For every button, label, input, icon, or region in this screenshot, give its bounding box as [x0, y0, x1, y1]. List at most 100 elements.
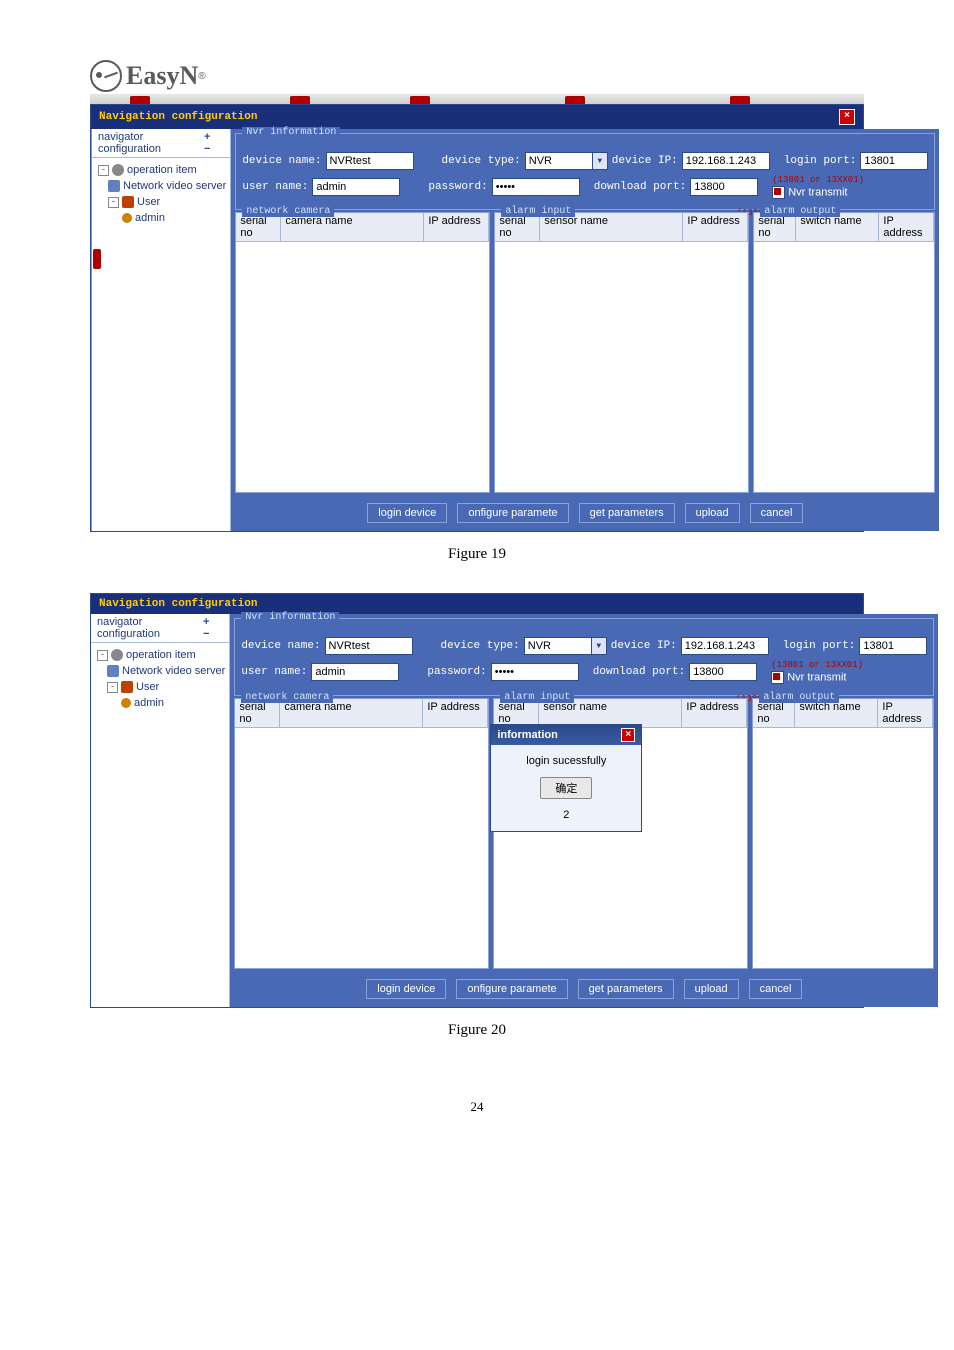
device-name-label: device name:	[242, 155, 321, 167]
user-icon	[122, 213, 132, 223]
dialog-title: information	[497, 729, 558, 741]
tree-node-operation[interactable]: operation item	[127, 162, 197, 178]
tree-node-nvs[interactable]: Network video server	[123, 178, 226, 194]
login-port-hint: (13801 or 13XX01)	[771, 660, 863, 670]
tree-node-admin[interactable]: admin	[134, 695, 164, 711]
get-parameters-button[interactable]: get parameters	[578, 979, 674, 999]
upload-button[interactable]: upload	[685, 503, 740, 523]
login-port-label: login port:	[783, 640, 856, 652]
device-type-label: device type:	[441, 640, 520, 652]
strip-indicator	[93, 249, 101, 269]
configure-parameters-button[interactable]: onfigure paramete	[456, 979, 567, 999]
group-legend: Nvr information	[241, 612, 339, 623]
tree-collapse-icon[interactable]: -	[97, 650, 108, 661]
tree-collapse-icon[interactable]: -	[98, 165, 109, 176]
tab-blip	[290, 96, 310, 104]
user-name-input[interactable]	[311, 663, 399, 681]
device-name-label: device name:	[241, 640, 320, 652]
alarm-input-table: alarm input serial no sensor name IP add…	[494, 212, 749, 493]
download-port-label: download port:	[594, 181, 686, 193]
col-serial: serial no	[753, 699, 795, 728]
login-port-input[interactable]	[859, 637, 927, 655]
user-name-input[interactable]	[312, 178, 400, 196]
tree-node-admin[interactable]: admin	[135, 210, 165, 226]
group-legend: Nvr information	[242, 127, 340, 138]
tree-add-button[interactable]: +	[202, 131, 212, 143]
dialog-ok-button[interactable]: 确定	[540, 777, 592, 799]
alarm-output-table: alarm output serial no switch name IP ad…	[753, 212, 935, 493]
download-port-input[interactable]	[690, 178, 758, 196]
download-port-label: download port:	[593, 666, 685, 678]
tab-blip	[730, 96, 750, 104]
tree-collapse-icon[interactable]: -	[107, 682, 118, 693]
device-type-select[interactable]: ▼	[524, 637, 607, 655]
dialog-close-button[interactable]: ×	[621, 728, 635, 742]
upload-button[interactable]: upload	[684, 979, 739, 999]
figure-19-caption: Figure 19	[0, 546, 954, 563]
chevron-down-icon[interactable]: ▼	[591, 637, 607, 655]
login-port-input[interactable]	[860, 152, 928, 170]
tree-remove-button[interactable]: −	[202, 143, 212, 155]
main-panel: Nvr information device name: device type…	[231, 129, 939, 531]
device-ip-input[interactable]	[681, 637, 769, 655]
password-input[interactable]	[492, 178, 580, 196]
col-serial: serial no	[235, 699, 280, 728]
users-icon	[122, 196, 134, 208]
configure-parameters-button[interactable]: onfigure paramete	[457, 503, 568, 523]
device-name-input[interactable]	[326, 152, 414, 170]
tree-node-nvs[interactable]: Network video server	[122, 663, 225, 679]
users-icon	[121, 681, 133, 693]
sidebar-title: navigator configuration	[98, 131, 202, 155]
nvr-info-group: Nvr information device name: device type…	[234, 618, 934, 695]
group-legend: alarm input	[500, 692, 574, 703]
gear-icon	[112, 164, 124, 176]
dialog-message: login sucessfully	[499, 755, 633, 767]
tab-blip	[130, 96, 150, 104]
login-device-button[interactable]: login device	[367, 503, 447, 523]
cancel-button[interactable]: cancel	[750, 503, 804, 523]
device-ip-input[interactable]	[682, 152, 770, 170]
alarm-output-table: alarm output serial no switch name IP ad…	[752, 698, 934, 969]
group-legend: alarm input	[501, 206, 575, 217]
password-input[interactable]	[491, 663, 579, 681]
tree-node-user[interactable]: User	[136, 679, 159, 695]
tree-add-button[interactable]: +	[201, 616, 211, 628]
window-title: Navigation configuration	[99, 598, 257, 610]
nvr-transmit-label: Nvr transmit	[787, 672, 846, 684]
close-button[interactable]: ×	[839, 109, 855, 125]
login-success-dialog: information × login sucessfully 确定 2	[490, 724, 642, 832]
cancel-button[interactable]: cancel	[749, 979, 803, 999]
nvr-transmit-checkbox[interactable]	[771, 671, 784, 684]
col-ip: IP address	[423, 699, 488, 728]
table-body[interactable]	[495, 242, 748, 492]
device-type-value[interactable]	[525, 152, 592, 170]
get-parameters-button[interactable]: get parameters	[579, 503, 675, 523]
device-type-label: device type:	[442, 155, 521, 167]
page-number: 24	[0, 1099, 954, 1115]
device-type-select[interactable]: ▼	[525, 152, 608, 170]
gear-icon	[111, 649, 123, 661]
tree-collapse-icon[interactable]: -	[108, 197, 119, 208]
user-name-label: user name:	[241, 666, 307, 678]
col-sensor-name: sensor name	[540, 213, 683, 242]
table-body[interactable]	[753, 728, 933, 968]
table-body[interactable]	[754, 242, 934, 492]
download-port-input[interactable]	[689, 663, 757, 681]
table-body[interactable]	[236, 242, 489, 492]
chevron-down-icon[interactable]: ▼	[592, 152, 608, 170]
group-legend: network camera	[242, 206, 334, 217]
main-panel: Nvr information device name: device type…	[230, 614, 938, 1006]
password-label: password:	[428, 181, 487, 193]
nvr-transmit-checkbox[interactable]	[772, 186, 785, 199]
device-name-input[interactable]	[325, 637, 413, 655]
sidebar: navigator configuration + − -operation i…	[91, 614, 230, 1006]
tree-remove-button[interactable]: −	[201, 628, 211, 640]
col-ip: IP address	[424, 213, 489, 242]
table-body[interactable]	[235, 728, 488, 968]
tree-node-operation[interactable]: operation item	[126, 647, 196, 663]
device-type-value[interactable]	[524, 637, 591, 655]
tree-node-user[interactable]: User	[137, 194, 160, 210]
group-legend: alarm output	[759, 692, 839, 703]
login-device-button[interactable]: login device	[366, 979, 446, 999]
tab-blip	[565, 96, 585, 104]
